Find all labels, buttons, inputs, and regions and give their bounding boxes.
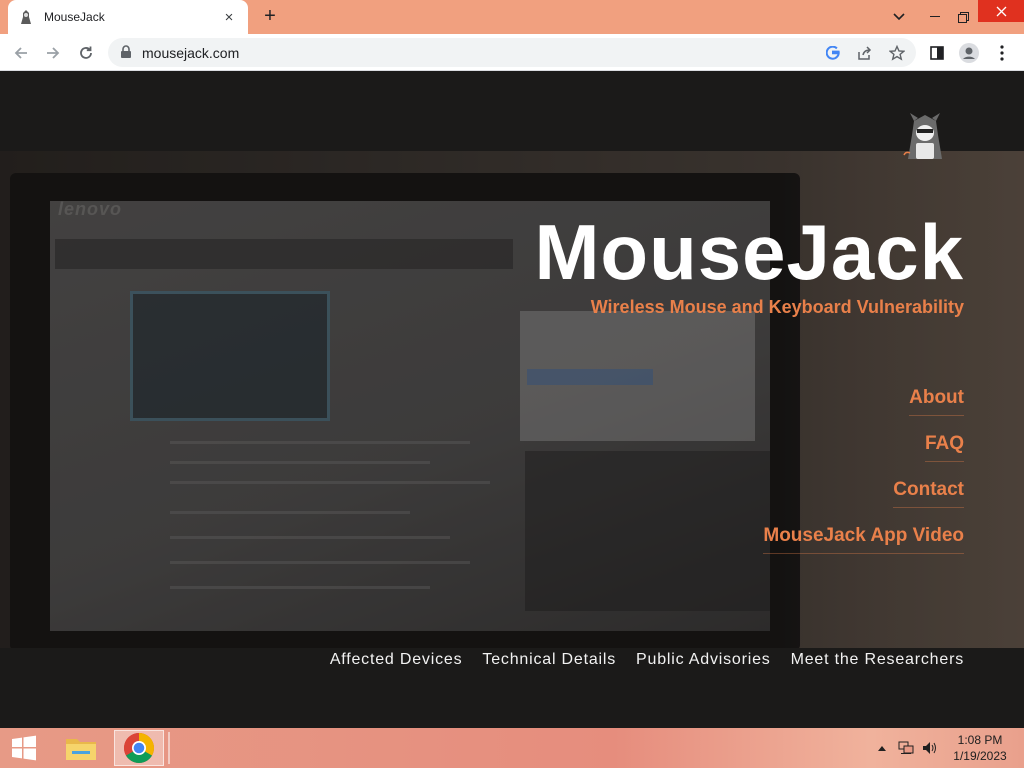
- windows-taskbar: 1:08 PM 1/19/2023: [0, 728, 1024, 768]
- url-text: mousejack.com: [142, 45, 240, 61]
- hacker-favicon-icon: [18, 9, 34, 25]
- close-icon: [996, 6, 1006, 16]
- nav-contact-link[interactable]: Contact: [893, 479, 964, 508]
- windows-logo-icon: [12, 735, 36, 761]
- footer-nav: Affected Devices Technical Details Publi…: [330, 651, 964, 669]
- chevron-up-icon: [878, 746, 886, 751]
- avatar-icon: [959, 43, 979, 63]
- taskbar-clock[interactable]: 1:08 PM 1/19/2023: [944, 732, 1016, 764]
- reload-icon: [80, 46, 92, 59]
- restore-button[interactable]: [950, 0, 976, 34]
- chrome-icon: [123, 733, 155, 764]
- close-window-button[interactable]: [978, 0, 1024, 22]
- address-bar[interactable]: mousejack.com: [108, 38, 916, 67]
- browser-toolbar: mousejack.com: [0, 34, 1024, 71]
- main-nav: About FAQ Contact MouseJack App Video: [763, 387, 964, 571]
- technical-details-link[interactable]: Technical Details: [482, 651, 616, 669]
- clock-time: 1:08 PM: [957, 733, 1003, 747]
- google-icon[interactable]: [823, 43, 843, 63]
- clock-date: 1/19/2023: [953, 749, 1007, 763]
- arrow-right-icon: [47, 47, 60, 59]
- network-icon: [898, 741, 914, 754]
- reload-button[interactable]: [73, 40, 99, 66]
- site-subtitle: Wireless Mouse and Keyboard Vulnerabilit…: [590, 297, 964, 317]
- public-advisories-link[interactable]: Public Advisories: [636, 651, 771, 669]
- file-explorer-button[interactable]: [56, 730, 106, 766]
- network-button[interactable]: [896, 728, 916, 768]
- start-button[interactable]: [0, 728, 48, 768]
- nav-about-link[interactable]: About: [909, 387, 964, 416]
- hacker-mascot-icon: [900, 111, 950, 167]
- volume-button[interactable]: [920, 728, 940, 768]
- forward-button[interactable]: [40, 40, 66, 66]
- minimize-icon: [930, 16, 940, 17]
- new-tab-button[interactable]: +: [258, 6, 282, 28]
- side-panel-icon: [930, 46, 944, 60]
- meet-researchers-link[interactable]: Meet the Researchers: [791, 651, 964, 669]
- side-panel-button[interactable]: [924, 40, 950, 66]
- lock-icon: [120, 45, 132, 64]
- more-vert-icon: [1000, 45, 1004, 61]
- arrow-left-icon: [14, 47, 27, 59]
- site-title: MouseJack: [534, 208, 964, 296]
- browser-menu-button[interactable]: [989, 40, 1015, 66]
- tab-search-button[interactable]: [884, 0, 914, 34]
- chrome-taskbar-button[interactable]: [114, 730, 164, 766]
- chevron-down-icon: [893, 13, 905, 21]
- show-hidden-icons-button[interactable]: [874, 728, 890, 768]
- minimize-button[interactable]: [922, 0, 948, 34]
- share-icon[interactable]: [855, 43, 875, 63]
- speaker-icon: [923, 742, 936, 754]
- restore-icon: [957, 11, 969, 23]
- tab-title: MouseJack: [44, 10, 105, 24]
- profile-button[interactable]: [956, 40, 982, 66]
- folder-icon: [66, 739, 96, 760]
- web-page: lenovo MouseJack Wireless Mouse and Keyb…: [0, 71, 1024, 728]
- nav-app-video-link[interactable]: MouseJack App Video: [763, 525, 964, 554]
- browser-tabstrip: MouseJack × +: [0, 0, 1024, 34]
- taskbar-divider: [168, 732, 170, 764]
- back-button[interactable]: [8, 40, 34, 66]
- bookmark-star-icon[interactable]: [887, 43, 907, 63]
- tab-close-button[interactable]: ×: [220, 8, 238, 26]
- nav-faq-link[interactable]: FAQ: [924, 433, 964, 462]
- affected-devices-link[interactable]: Affected Devices: [330, 651, 463, 669]
- browser-tab[interactable]: MouseJack ×: [8, 0, 248, 34]
